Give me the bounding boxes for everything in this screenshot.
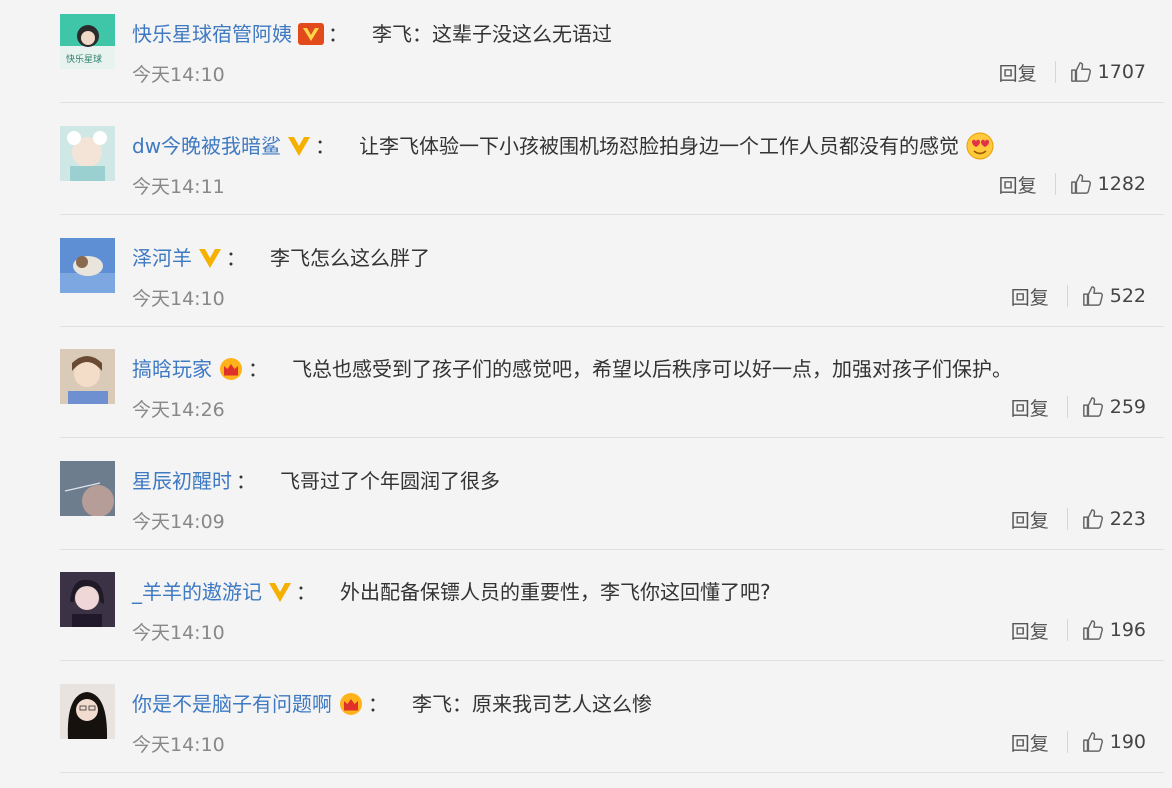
comment-text: 李飞怎么这么胖了 — [270, 246, 430, 270]
timestamp: 今天14:11 — [132, 176, 225, 198]
username-link[interactable]: 搞晗玩家 — [132, 351, 212, 387]
avatar[interactable] — [60, 349, 115, 404]
like-count: 196 — [1109, 619, 1146, 641]
like-count: 259 — [1109, 396, 1146, 418]
comment-item: dw今晚被我暗鲨 ： 让李飞体验一下小孩被围机场怼脸拍身边一个工作人员都没有的感… — [60, 102, 1164, 215]
colon: ： — [236, 469, 256, 493]
like-count: 223 — [1109, 508, 1146, 530]
avatar[interactable] — [60, 684, 115, 739]
comment-text: 让李飞体验一下小孩被围机场怼脸拍身边一个工作人员都没有的感觉 — [359, 134, 960, 158]
like-button[interactable]: 522 — [1082, 285, 1146, 307]
comment-list: 快乐星球 快乐星球宿管阿姨 ： 李飞：这辈子没这么无语过 今天14:10 回复 … — [0, 0, 1172, 788]
divider — [1054, 173, 1056, 195]
like-button[interactable]: 259 — [1082, 396, 1146, 418]
like-count: 1707 — [1097, 61, 1146, 83]
love-face-emoji — [965, 131, 995, 161]
svg-text:快乐星球: 快乐星球 — [66, 53, 102, 65]
username-link[interactable]: 星辰初醒时 — [132, 463, 232, 499]
thumbs-up-icon — [1082, 620, 1103, 640]
like-count: 522 — [1109, 285, 1146, 307]
colon: ： — [315, 134, 336, 158]
avatar[interactable] — [60, 572, 115, 627]
reply-button[interactable]: 回复 — [1011, 617, 1049, 644]
comment-item: 泽河羊 ： 李飞怎么这么胖了 今天14:10 回复 522 — [60, 214, 1164, 327]
timestamp: 今天14:10 — [132, 734, 225, 756]
like-button[interactable]: 223 — [1082, 508, 1146, 530]
username-link[interactable]: _羊羊的遨游记 — [132, 574, 262, 610]
avatar[interactable] — [60, 461, 115, 516]
like-count: 190 — [1109, 731, 1146, 753]
comment-text: 李飞：原来我司艺人这么惨 — [412, 692, 652, 716]
timestamp: 今天14:10 — [132, 622, 225, 644]
crown-icon — [338, 692, 364, 716]
timestamp: 今天14:10 — [132, 288, 225, 310]
colon: ： — [296, 580, 316, 604]
comment-item: 你是不是脑子有问题啊 ： 李飞：原来我司艺人这么惨 今天14:10 回复 190 — [60, 660, 1164, 773]
thumbs-up-icon — [1082, 732, 1103, 752]
like-count: 1282 — [1097, 173, 1146, 195]
colon: ： — [226, 246, 246, 270]
comment-text: 飞哥过了个年圆润了很多 — [280, 469, 500, 493]
thumbs-up-icon — [1082, 286, 1103, 306]
divider — [1066, 619, 1068, 641]
reply-button[interactable]: 回复 — [999, 59, 1037, 86]
comment-item: 快乐星球 快乐星球宿管阿姨 ： 李飞：这辈子没这么无语过 今天14:10 回复 … — [60, 0, 1164, 103]
like-button[interactable]: 1282 — [1070, 173, 1146, 195]
divider — [1054, 61, 1056, 83]
timestamp: 今天14:26 — [132, 399, 225, 421]
username-link[interactable]: 泽河羊 — [132, 240, 192, 276]
avatar[interactable] — [60, 126, 115, 181]
thumbs-up-icon — [1070, 174, 1091, 194]
comment-text: 外出配备保镖人员的重要性，李飞你这回懂了吧? — [340, 580, 771, 604]
reply-button[interactable]: 回复 — [1011, 283, 1049, 310]
like-button[interactable]: 1707 — [1070, 61, 1146, 83]
comment-item: _羊羊的遨游记 ： 外出配备保镖人员的重要性，李飞你这回懂了吧? 今天14:10… — [60, 548, 1164, 661]
reply-button[interactable]: 回复 — [999, 171, 1037, 198]
timestamp: 今天14:09 — [132, 511, 225, 533]
username-link[interactable]: 快乐星球宿管阿姨 — [132, 16, 292, 52]
colon: ： — [328, 22, 348, 46]
vip-v-red-icon — [298, 23, 324, 45]
vip-v-gold-icon — [287, 135, 311, 157]
crown-icon — [218, 357, 244, 381]
comment-item: 星辰初醒时 ： 飞哥过了个年圆润了很多 今天14:09 回复 223 — [60, 437, 1164, 550]
username-link[interactable]: dw今晚被我暗鲨 — [132, 128, 281, 164]
reply-button[interactable]: 回复 — [1011, 394, 1049, 421]
vip-v-gold-icon — [268, 581, 292, 603]
divider — [1066, 508, 1068, 530]
thumbs-up-icon — [1082, 509, 1103, 529]
thumbs-up-icon — [1070, 62, 1091, 82]
like-button[interactable]: 190 — [1082, 731, 1146, 753]
comment-text: 飞总也感受到了孩子们的感觉吧，希望以后秩序可以好一点，加强对孩子们保护。 — [292, 357, 1012, 381]
avatar[interactable]: 快乐星球 — [60, 14, 115, 69]
colon: ： — [368, 692, 388, 716]
vip-v-gold-icon — [198, 247, 222, 269]
comment-item: 搞晗玩家 ： 飞总也感受到了孩子们的感觉吧，希望以后秩序可以好一点，加强对孩子们… — [60, 325, 1164, 438]
divider — [1066, 396, 1068, 418]
like-button[interactable]: 196 — [1082, 619, 1146, 641]
thumbs-up-icon — [1082, 397, 1103, 417]
reply-button[interactable]: 回复 — [1011, 506, 1049, 533]
timestamp: 今天14:10 — [132, 64, 225, 86]
username-link[interactable]: 你是不是脑子有问题啊 — [132, 686, 332, 722]
divider — [1066, 731, 1068, 753]
colon: ： — [248, 357, 268, 381]
avatar[interactable] — [60, 238, 115, 293]
divider — [1066, 285, 1068, 307]
reply-button[interactable]: 回复 — [1011, 729, 1049, 756]
comment-text: 李飞：这辈子没这么无语过 — [372, 22, 612, 46]
